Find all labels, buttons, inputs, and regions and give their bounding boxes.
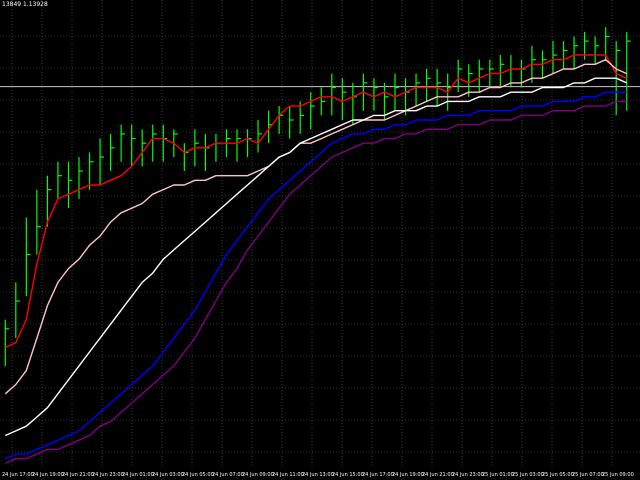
price-info: 13849 1.13928 [2, 1, 48, 8]
x-tick-label: 24 Jun 07:00 [212, 472, 244, 478]
x-tick-label: 24 Jun 11:00 [272, 472, 304, 478]
x-tick-label: 24 Jun 17:00 [362, 472, 394, 478]
x-tick-label: 24 Jun 03:00 [152, 472, 184, 478]
x-tick-label: 25 Jun 01:00 [482, 472, 514, 478]
x-tick-label: 24 Jun 21:00 [422, 472, 454, 478]
x-tick-label: 25 Jun 07:00 [572, 472, 604, 478]
x-tick-label: 24 Jun 23:00 [92, 472, 124, 478]
x-tick-label: 24 Jun 17:00 [2, 472, 34, 478]
x-tick-label: 24 Jun 21:00 [62, 472, 94, 478]
price-chart: 24 Jun 17:0024 Jun 19:0024 Jun 21:0024 J… [0, 0, 640, 480]
x-tick-label: 24 Jun 23:00 [452, 472, 484, 478]
x-axis-ticks: 24 Jun 17:0024 Jun 19:0024 Jun 21:0024 J… [2, 472, 634, 478]
x-tick-label: 25 Jun 05:00 [542, 472, 574, 478]
x-tick-label: 24 Jun 15:00 [332, 472, 364, 478]
x-tick-label: 24 Jun 05:00 [182, 472, 214, 478]
x-tick-label: 25 Jun 09:00 [602, 472, 634, 478]
x-tick-label: 24 Jun 19:00 [32, 472, 64, 478]
x-tick-label: 25 Jun 03:00 [512, 472, 544, 478]
x-tick-label: 24 Jun 19:00 [392, 472, 424, 478]
x-tick-label: 24 Jun 01:00 [122, 472, 154, 478]
x-tick-label: 24 Jun 13:00 [302, 472, 334, 478]
x-tick-label: 24 Jun 09:00 [242, 472, 274, 478]
